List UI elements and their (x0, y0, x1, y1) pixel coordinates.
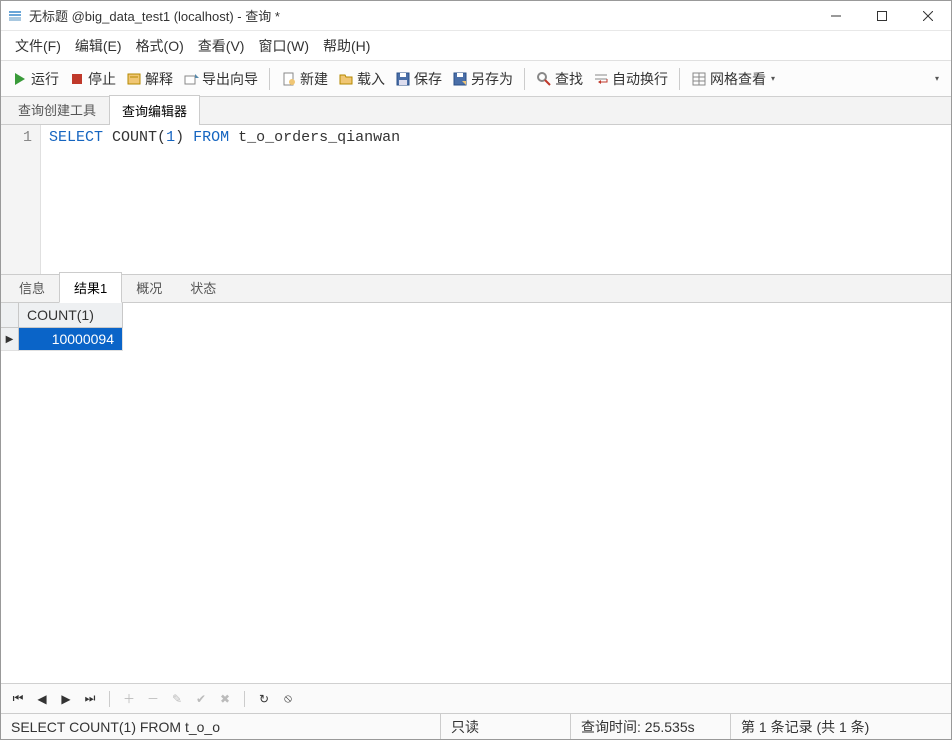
menu-file[interactable]: 文件(F) (9, 32, 67, 60)
toolbar-sep (269, 68, 270, 90)
floppy-icon (395, 71, 411, 87)
menu-window[interactable]: 窗口(W) (252, 32, 315, 60)
menubar: 文件(F) 编辑(E) 格式(O) 查看(V) 窗口(W) 帮助(H) (1, 31, 951, 61)
run-label: 运行 (31, 69, 59, 89)
find-button[interactable]: 查找 (531, 66, 588, 92)
nav-first-icon[interactable]: ⏮ (9, 690, 27, 708)
folder-open-icon (338, 71, 354, 87)
statusbar: SELECT COUNT(1) FROM t_o_o 只读 查询时间: 25.5… (1, 713, 951, 739)
nav-stop-icon[interactable]: ⦸ (279, 690, 297, 708)
result-cell[interactable]: 10000094 (19, 328, 123, 351)
status-readonly: 只读 (441, 714, 571, 739)
table-row[interactable]: ▶ 10000094 (1, 328, 123, 351)
export-icon (183, 71, 199, 87)
tab-info[interactable]: 信息 (5, 273, 59, 302)
nav-delete-icon[interactable]: － (144, 690, 162, 708)
stop-button[interactable]: 停止 (64, 66, 121, 92)
save-button[interactable]: 保存 (390, 66, 447, 92)
maximize-button[interactable] (859, 1, 905, 30)
status-records: 第 1 条记录 (共 1 条) (731, 714, 951, 739)
result-tabs: 信息 结果1 概况 状态 (1, 275, 951, 303)
tab-status[interactable]: 状态 (176, 273, 230, 302)
tab-query-builder[interactable]: 查询创建工具 (5, 94, 109, 124)
chevron-down-icon[interactable]: ▾ (769, 72, 777, 86)
load-button[interactable]: 载入 (333, 66, 390, 92)
status-timing: 查询时间: 25.535s (571, 714, 731, 739)
toolbar-overflow-icon[interactable]: ▾ (933, 72, 941, 86)
autowrap-label: 自动换行 (612, 69, 668, 89)
menu-help[interactable]: 帮助(H) (317, 32, 376, 60)
toolbar: 运行 停止 解释 导出向导 新建 载入 保存 另存为 (1, 61, 951, 97)
explain-icon (126, 71, 142, 87)
toolbar-sep (524, 68, 525, 90)
column-header[interactable]: COUNT(1) (19, 303, 123, 328)
nav-add-icon[interactable]: ＋ (120, 690, 138, 708)
code-editor[interactable]: 1 SELECT COUNT(1) FROM t_o_orders_qianwa… (1, 125, 951, 275)
nav-prev-icon[interactable]: ◀ (33, 690, 51, 708)
floppy-as-icon (452, 71, 468, 87)
nav-cancel-icon[interactable]: ✖ (216, 690, 234, 708)
editor-tabs: 查询创建工具 查询编辑器 (1, 97, 951, 125)
titlebar: 无标题 @big_data_test1 (localhost) - 查询 * (1, 1, 951, 31)
status-sql: SELECT COUNT(1) FROM t_o_o (1, 714, 441, 739)
row-marker-icon: ▶ (1, 328, 19, 351)
tab-query-editor[interactable]: 查询编辑器 (109, 95, 200, 125)
stop-label: 停止 (88, 69, 116, 89)
export-label: 导出向导 (202, 69, 258, 89)
result-grid[interactable]: COUNT(1) ▶ 10000094 (1, 303, 951, 683)
new-label: 新建 (300, 69, 328, 89)
minimize-button[interactable] (813, 1, 859, 30)
nav-edit-icon[interactable]: ✎ (168, 690, 186, 708)
nav-next-icon[interactable]: ▶ (57, 690, 75, 708)
nav-last-icon[interactable]: ⏭ (81, 690, 99, 708)
tab-result-1[interactable]: 结果1 (59, 272, 122, 303)
search-icon (536, 71, 552, 87)
stop-icon (69, 71, 85, 87)
export-button[interactable]: 导出向导 (178, 66, 263, 92)
nav-commit-icon[interactable]: ✔ (192, 690, 210, 708)
record-nav-bar: ⏮ ◀ ▶ ⏭ ＋ － ✎ ✔ ✖ ↻ ⦸ (1, 683, 951, 713)
gridview-label: 网格查看 (710, 69, 766, 89)
window-title: 无标题 @big_data_test1 (localhost) - 查询 * (29, 6, 813, 25)
menu-edit[interactable]: 编辑(E) (69, 32, 128, 60)
save-as-label: 另存为 (471, 69, 513, 89)
play-icon (12, 71, 28, 87)
close-button[interactable] (905, 1, 951, 30)
new-button[interactable]: 新建 (276, 66, 333, 92)
menu-format[interactable]: 格式(O) (130, 32, 190, 60)
line-number: 1 (1, 129, 32, 146)
gridview-button[interactable]: 网格查看 ▾ (686, 66, 782, 92)
save-as-button[interactable]: 另存为 (447, 66, 518, 92)
new-file-icon (281, 71, 297, 87)
wrap-icon (593, 71, 609, 87)
save-label: 保存 (414, 69, 442, 89)
grid-corner (1, 303, 19, 328)
find-label: 查找 (555, 69, 583, 89)
menu-view[interactable]: 查看(V) (192, 32, 251, 60)
app-icon (7, 8, 23, 24)
nav-refresh-icon[interactable]: ↻ (255, 690, 273, 708)
toolbar-sep (679, 68, 680, 90)
load-label: 载入 (357, 69, 385, 89)
run-button[interactable]: 运行 (7, 66, 64, 92)
explain-button[interactable]: 解释 (121, 66, 178, 92)
tab-profile[interactable]: 概况 (122, 273, 176, 302)
application-window: 无标题 @big_data_test1 (localhost) - 查询 * 文… (0, 0, 952, 740)
grid-icon (691, 71, 707, 87)
autowrap-button[interactable]: 自动换行 (588, 66, 673, 92)
explain-label: 解释 (145, 69, 173, 89)
code-content[interactable]: SELECT COUNT(1) FROM t_o_orders_qianwan (41, 125, 951, 274)
line-gutter: 1 (1, 125, 41, 274)
